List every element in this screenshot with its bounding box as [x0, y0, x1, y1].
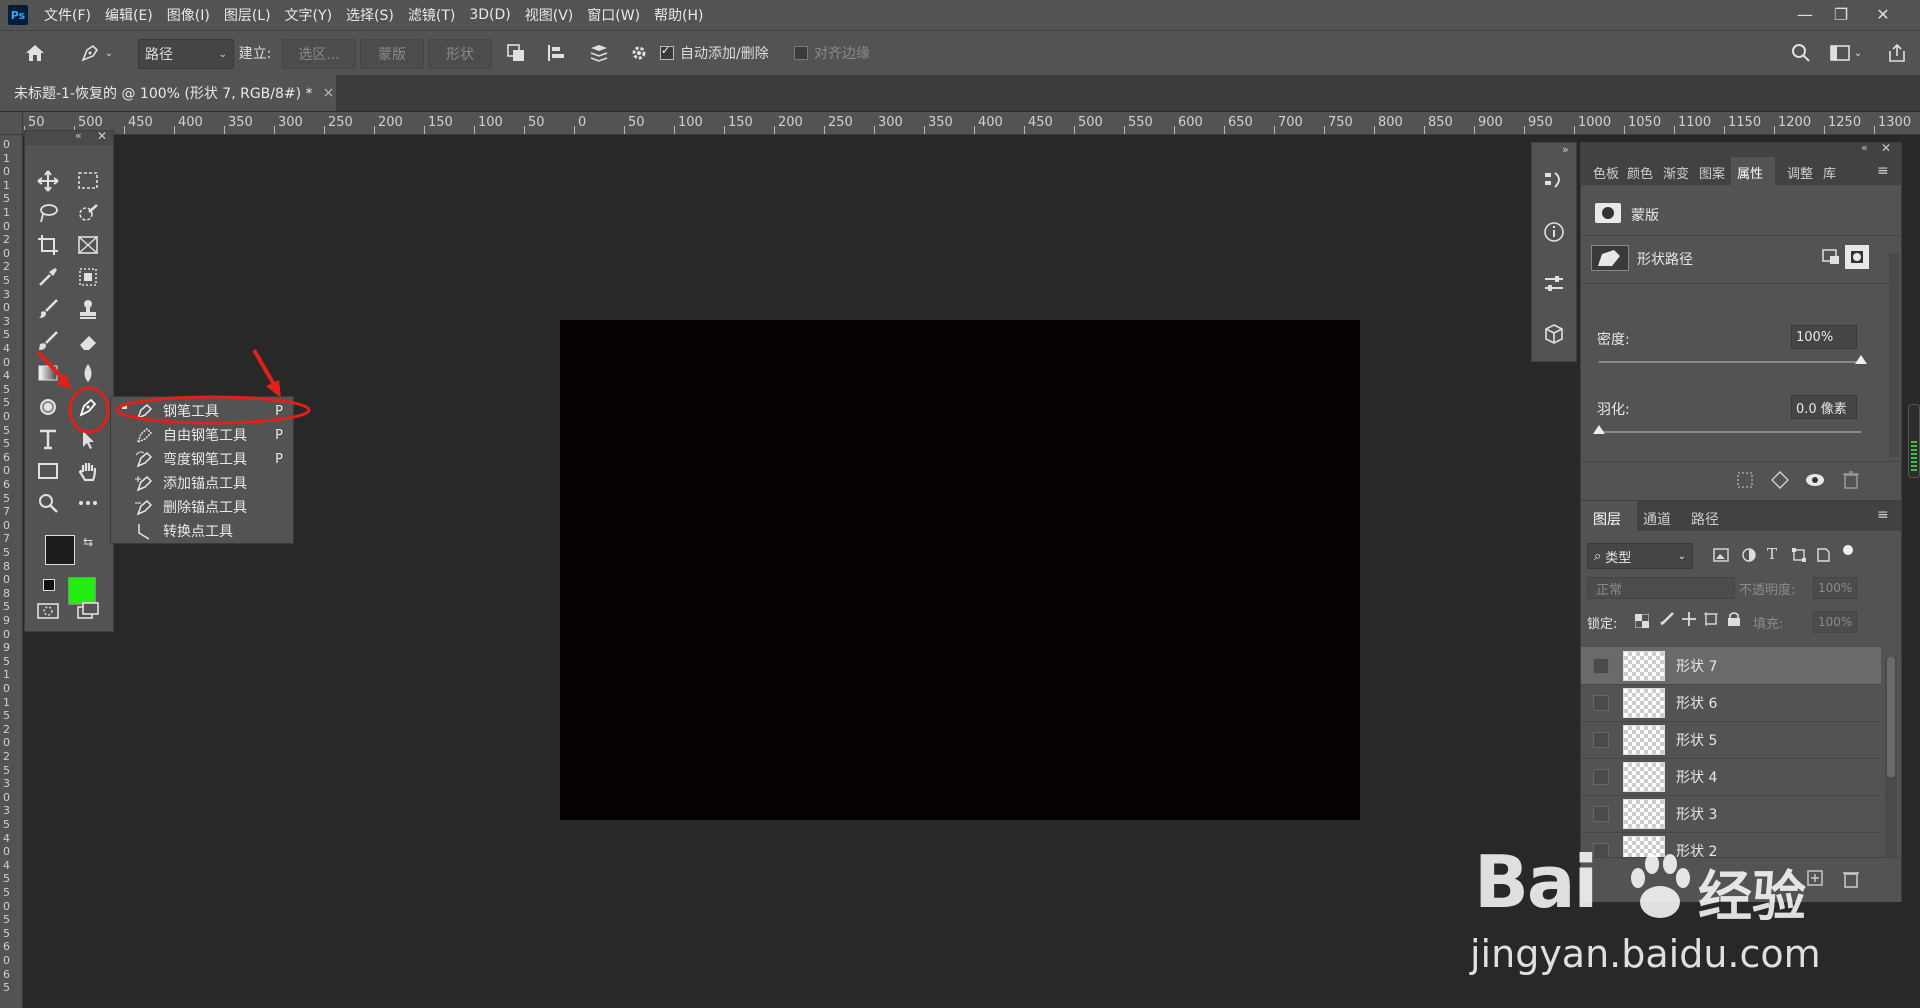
filter-adjustment-icon[interactable]	[1741, 547, 1757, 567]
lock-pixels-icon[interactable]	[1659, 611, 1675, 631]
tab-adjustments[interactable]: 调整	[1787, 163, 1813, 182]
feather-input[interactable]: 0.0 像素	[1791, 395, 1857, 419]
adjustments-panel-icon[interactable]	[1538, 269, 1570, 299]
shape-path-thumbnail	[1591, 245, 1629, 271]
baidu-watermark: Bai 经验 jingyan.baidu.com	[1470, 840, 1910, 1008]
baidu-paw-icon	[1631, 854, 1690, 918]
watermark-brand-cn: 经验	[1698, 865, 1806, 928]
collapse-icon[interactable]: «	[1861, 141, 1868, 154]
lock-label: 锁定:	[1587, 617, 1618, 632]
fill-input[interactable]: 100%	[1813, 611, 1857, 633]
tab-swatches[interactable]: 色板	[1593, 163, 1619, 182]
tab-paths[interactable]: 路径	[1691, 509, 1719, 529]
layer-thumbnail	[1623, 724, 1665, 755]
fill-label: 填充:	[1753, 617, 1784, 632]
tab-channels[interactable]: 通道	[1643, 509, 1671, 529]
blend-mode-dropdown[interactable]: 正常	[1587, 577, 1735, 599]
layer-thumbnail	[1623, 798, 1665, 829]
mask-label: 蒙版	[1631, 208, 1659, 224]
density-slider-thumb[interactable]	[1855, 355, 1867, 364]
trash-icon[interactable]	[1843, 471, 1859, 493]
properties-scrollbar[interactable]	[1889, 253, 1899, 457]
annotation-circle-pen-tool	[68, 386, 110, 434]
3d-panel-icon[interactable]	[1538, 319, 1570, 349]
filter-smart-object-icon[interactable]	[1815, 547, 1831, 567]
layer-row[interactable]: 形状 4	[1581, 758, 1881, 796]
watermark-url: jingyan.baidu.com	[1470, 932, 1821, 976]
feather-slider-track[interactable]	[1599, 431, 1861, 433]
visibility-toggle[interactable]	[1593, 694, 1609, 711]
search-icon: ⌕	[1594, 548, 1602, 564]
visibility-toggle[interactable]	[1593, 805, 1609, 822]
add-pixel-mask-icon[interactable]	[1819, 245, 1843, 269]
layer-filter-dropdown[interactable]: ⌕ 类型 ⌄	[1587, 543, 1693, 569]
divider	[1581, 235, 1901, 236]
panel-menu-icon[interactable]: ≡	[1877, 163, 1889, 179]
opacity-label: 不透明度:	[1739, 583, 1796, 598]
info-icon[interactable]	[1538, 217, 1570, 247]
filter-pixel-icon[interactable]	[1713, 547, 1729, 566]
layer-row[interactable]: 形状 5	[1581, 721, 1881, 759]
density-slider-track[interactable]	[1599, 361, 1861, 363]
layer-thumbnail	[1623, 687, 1665, 718]
filter-type-icon[interactable]: T	[1767, 545, 1777, 563]
tab-color[interactable]: 颜色	[1627, 163, 1653, 182]
layers-tabs: 图层 通道 路径 ≡	[1581, 501, 1901, 531]
lock-all-icon[interactable]	[1727, 611, 1741, 631]
layer-row[interactable]: 形状 3	[1581, 795, 1881, 833]
visibility-toggle[interactable]	[1593, 731, 1609, 748]
feather-label: 羽化:	[1597, 402, 1630, 418]
tab-patterns[interactable]: 图案	[1699, 163, 1725, 182]
lock-transparent-icon[interactable]	[1634, 613, 1650, 632]
watermark-brand: Bai	[1474, 840, 1598, 924]
annotation-arrow-right	[252, 348, 281, 398]
close-panel-icon[interactable]: ✕	[1881, 141, 1891, 155]
lock-artboard-icon[interactable]	[1703, 611, 1719, 631]
annotation-ellipse-pen-item	[115, 395, 311, 425]
layers-list: 形状 7 形状 6 形状 5 形状 4 形状 3 形状 2	[1581, 647, 1901, 857]
eye-icon[interactable]	[1805, 471, 1825, 493]
filter-shape-icon[interactable]	[1791, 547, 1807, 567]
expand-panels-icon[interactable]: »	[1562, 143, 1569, 156]
divider	[1581, 461, 1901, 462]
annotation-arrow-left	[36, 350, 72, 390]
collapsed-panels-dock: »	[1531, 142, 1577, 362]
tab-layers[interactable]: 图层	[1593, 509, 1621, 529]
density-label: 密度:	[1597, 332, 1630, 348]
feather-slider-thumb[interactable]	[1593, 425, 1605, 434]
properties-panel-header[interactable]: « ✕	[1581, 141, 1901, 157]
layer-row[interactable]: 形状 6	[1581, 684, 1881, 722]
filter-toggle-icon[interactable]	[1843, 545, 1853, 555]
density-input[interactable]: 100%	[1791, 325, 1857, 349]
tab-gradient[interactable]: 渐变	[1663, 163, 1689, 182]
opacity-input[interactable]: 100%	[1813, 577, 1857, 599]
divider	[1581, 283, 1901, 284]
tab-libraries[interactable]: 库	[1823, 163, 1836, 182]
vector-mask-icon[interactable]	[1845, 245, 1869, 269]
chevron-down-icon: ⌄	[1677, 550, 1686, 562]
apply-mask-icon[interactable]	[1770, 470, 1790, 493]
visibility-toggle[interactable]	[1593, 768, 1609, 785]
layer-row[interactable]: 形状 7	[1581, 647, 1881, 685]
mask-icon	[1595, 203, 1621, 223]
panel-menu-icon[interactable]: ≡	[1877, 507, 1889, 523]
layers-scrollbar[interactable]	[1885, 657, 1897, 857]
lock-position-icon[interactable]	[1681, 611, 1697, 631]
history-panel-icon[interactable]	[1538, 165, 1570, 195]
properties-panel: « ✕ 色板 颜色 渐变 图案 属性 调整 库 ≡ 蒙版 形状路径 密度: 10…	[1580, 141, 1902, 502]
properties-tabs: 色板 颜色 渐变 图案 属性 调整 库 ≡	[1581, 157, 1901, 185]
load-selection-icon[interactable]	[1736, 471, 1754, 493]
layer-thumbnail	[1623, 761, 1665, 792]
tab-properties[interactable]: 属性	[1737, 163, 1763, 182]
visibility-toggle[interactable]	[1593, 657, 1609, 674]
side-scroll-indicator[interactable]	[1908, 404, 1920, 478]
shape-path-label: 形状路径	[1637, 252, 1693, 268]
layer-thumbnail	[1623, 650, 1665, 681]
